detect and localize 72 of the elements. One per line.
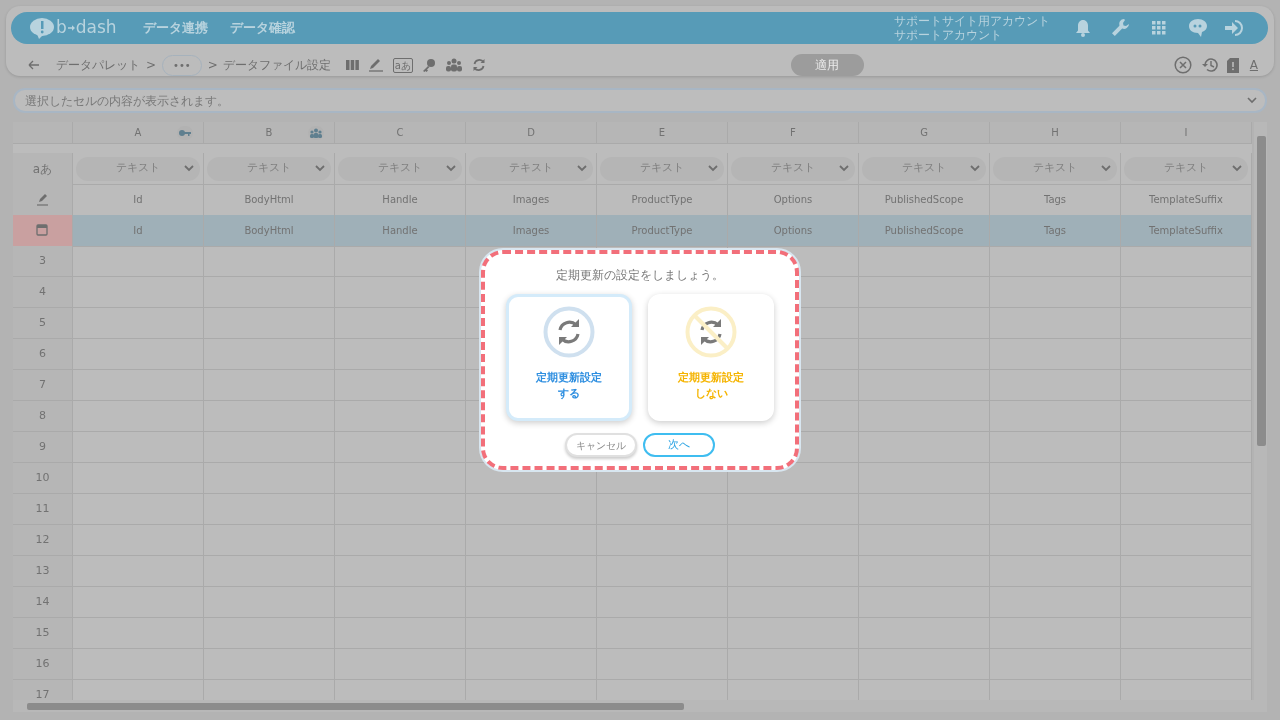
table-cell[interactable]: Handle: [382, 192, 418, 207]
row-header[interactable]: 13: [13, 556, 73, 587]
breadcrumb-current: データファイル設定: [222, 57, 331, 74]
column-header[interactable]: H: [990, 122, 1121, 144]
option-label: 定期更新設定: [678, 370, 744, 386]
selected-cell[interactable]: ProductType: [597, 215, 728, 247]
column-letter: B: [265, 126, 273, 140]
breadcrumb-separator: >: [207, 57, 218, 74]
table-cell[interactable]: Id: [133, 192, 143, 207]
row-header[interactable]: 5: [13, 308, 73, 339]
option-card[interactable]: 定期更新設定 しない: [648, 294, 774, 421]
column-letter: A: [134, 126, 142, 140]
row-header[interactable]: 6: [13, 339, 73, 370]
row-header[interactable]: 12: [13, 525, 73, 556]
column-letter: C: [396, 126, 404, 140]
row-header[interactable]: 17: [13, 680, 73, 700]
selected-cell[interactable]: TemplateSuffix: [1121, 215, 1252, 247]
selected-cell[interactable]: Tags: [990, 215, 1121, 247]
column-letter: D: [527, 126, 535, 140]
row-header[interactable]: 9: [13, 432, 73, 463]
row-header[interactable]: 10: [13, 463, 73, 494]
more-button[interactable]: •••: [162, 54, 202, 76]
row-header[interactable]: 7: [13, 370, 73, 401]
column-header[interactable]: A: [73, 122, 204, 144]
column-header[interactable]: G: [859, 122, 990, 144]
option-label: しない: [693, 386, 729, 402]
row-header[interactable]: aあ: [13, 153, 73, 185]
dialog-title: 定期更新の設定をしましょう。: [556, 267, 724, 284]
nav-link[interactable]: データ確認: [229, 18, 295, 38]
row-header[interactable]: 15: [13, 618, 73, 649]
row-header[interactable]: 3: [13, 246, 73, 277]
selected-cell[interactable]: PublishedScope: [859, 215, 990, 247]
row-header[interactable]: 4: [13, 277, 73, 308]
column-letter: G: [920, 126, 928, 140]
selected-cell[interactable]: Handle: [335, 215, 466, 247]
option-card[interactable]: 定期更新設定 する: [506, 294, 632, 421]
table-cell[interactable]: Images: [512, 192, 550, 207]
table-cell[interactable]: PublishedScope: [884, 192, 964, 207]
text-type-button[interactable]: aあ: [392, 57, 413, 73]
selected-cell[interactable]: Images: [466, 215, 597, 247]
column-letter: E: [658, 126, 666, 140]
column-letter: F: [790, 126, 796, 140]
table-cell[interactable]: Options: [773, 192, 813, 207]
next-button[interactable]: 次へ: [643, 433, 715, 457]
nav-link[interactable]: データ連携: [142, 18, 208, 38]
account-name: サポートアカウント: [894, 28, 1003, 42]
table-cell[interactable]: BodyHtml: [244, 192, 294, 207]
row-header[interactable]: 11: [13, 494, 73, 525]
selected-cell[interactable]: Options: [728, 215, 859, 247]
font-color-button[interactable]: A: [1247, 56, 1260, 74]
brand-name: b: [56, 16, 67, 40]
account-name: サポートサイト用アカウント: [894, 14, 1050, 28]
table-cell[interactable]: Tags: [1043, 192, 1067, 207]
row-header[interactable]: 8: [13, 401, 73, 432]
column-header[interactable]: C: [335, 122, 466, 144]
selected-cell[interactable]: Id: [73, 215, 204, 247]
option-label: 定期更新設定: [536, 370, 602, 386]
column-header[interactable]: D: [466, 122, 597, 144]
cancel-button[interactable]: キャンセル: [565, 433, 637, 457]
column-header[interactable]: F: [728, 122, 859, 144]
option-label: する: [557, 386, 581, 402]
breadcrumb-link[interactable]: データパレット: [56, 56, 140, 74]
table-cell[interactable]: TemplateSuffix: [1149, 192, 1223, 207]
column-header[interactable]: B: [204, 122, 335, 144]
column-letter: H: [1051, 126, 1059, 140]
brand-name: dash: [75, 16, 117, 40]
row-header[interactable]: 14: [13, 587, 73, 618]
breadcrumb-separator: >: [146, 57, 157, 74]
row-header[interactable]: 16: [13, 649, 73, 680]
table-cell[interactable]: ProductType: [631, 192, 693, 207]
selected-cell[interactable]: BodyHtml: [204, 215, 335, 247]
column-header[interactable]: E: [597, 122, 728, 144]
